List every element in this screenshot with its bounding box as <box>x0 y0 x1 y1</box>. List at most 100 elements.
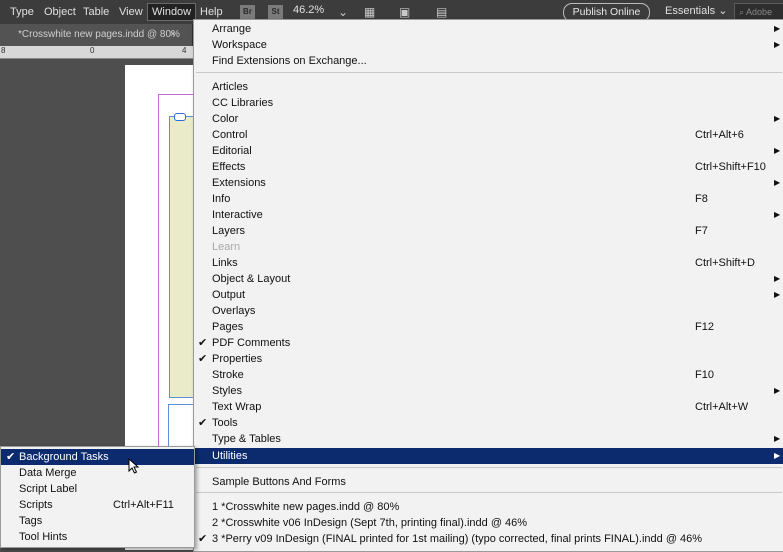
submenu-arrow-icon: ▶ <box>774 290 781 299</box>
checkmark-icon: ✔ <box>198 337 208 349</box>
menu-item-links[interactable]: Links Ctrl+Shift+D <box>194 255 783 271</box>
checkmark-icon: ✔ <box>198 417 208 429</box>
menu-item-effects[interactable]: Effects Ctrl+Shift+F10 <box>194 159 783 175</box>
menu-item-extensions[interactable]: Extensions ▶ <box>194 175 783 191</box>
menu-item-label: Color <box>212 113 239 125</box>
menu-item-label: Text Wrap <box>212 401 262 413</box>
utilities-submenu: ✔ Background Tasks Data Merge Script Label S… <box>0 446 195 548</box>
menu-item-label: Sample Buttons And Forms <box>212 476 346 488</box>
menu-item-label: Properties <box>212 353 263 365</box>
close-icon[interactable]: × <box>170 24 176 46</box>
menu-type[interactable]: Type <box>10 4 34 20</box>
stock-button[interactable]: St <box>268 5 283 19</box>
submenu-item-data-merge[interactable]: Data Merge <box>1 465 194 481</box>
menu-item-stroke[interactable]: Stroke F10 <box>194 367 783 383</box>
submenu-item-shortcut: Ctrl+Alt+F11 <box>113 499 174 511</box>
submenu-item-tool-hints[interactable]: Tool Hints <box>1 529 194 545</box>
menu-view[interactable]: View <box>119 4 143 20</box>
menu-item-arrange[interactable]: Arrange ▶ <box>194 21 783 37</box>
menu-item-cc-libraries[interactable]: CC Libraries <box>194 95 783 111</box>
bridge-button[interactable]: Br <box>240 5 255 19</box>
menu-item-object-layout[interactable]: Object & Layout ▶ <box>194 271 783 287</box>
link-chain-icon[interactable] <box>174 113 186 121</box>
menu-separator <box>196 467 782 468</box>
submenu-item-background-tasks[interactable]: ✔ Background Tasks <box>1 449 194 465</box>
menu-item-pages[interactable]: Pages F12 <box>194 319 783 335</box>
menu-item-text-wrap[interactable]: Text Wrap Ctrl+Alt+W <box>194 399 783 415</box>
menu-item-editorial[interactable]: Editorial ▶ <box>194 143 783 159</box>
submenu-item-scripts[interactable]: Scripts Ctrl+Alt+F11 <box>1 497 194 513</box>
submenu-arrow-icon: ▶ <box>774 210 781 219</box>
menu-item-overlays[interactable]: Overlays <box>194 303 783 319</box>
submenu-arrow-icon: ▶ <box>774 178 781 187</box>
menu-item-label: Workspace <box>212 39 267 51</box>
menu-item-label: Arrange <box>212 23 252 35</box>
search-icon: ⌕ <box>739 7 747 17</box>
menu-item-utilities[interactable]: Utilities ▶ <box>194 448 783 464</box>
submenu-arrow-icon: ▶ <box>774 40 781 49</box>
menu-item-label: Info <box>212 193 231 205</box>
workspace-switcher[interactable]: Essentials ⌄ <box>665 4 727 17</box>
zoom-level[interactable]: 46.2% <box>293 4 324 16</box>
tab-document[interactable]: *Crosswhite new pages.indd @ 80% × <box>0 24 192 46</box>
checkmark-icon: ✔ <box>198 533 208 545</box>
menu-item-learn: Learn <box>194 239 783 255</box>
menu-item-label: Output <box>212 289 246 301</box>
menu-item-color[interactable]: Color ▶ <box>194 111 783 127</box>
window-menu: Arrange ▶ Workspace ▶ Find Extensions on Exc… <box>193 19 783 552</box>
menu-item-control[interactable]: Control Ctrl+Alt+6 <box>194 127 783 143</box>
submenu-item-tags[interactable]: Tags <box>1 513 194 529</box>
submenu-item-label: Tags <box>19 515 43 527</box>
submenu-item-label: Script Label <box>19 483 78 495</box>
menu-item-properties[interactable]: ✔ Properties <box>194 351 783 367</box>
menu-item-pdf-comments[interactable]: ✔ PDF Comments <box>194 335 783 351</box>
menu-item-interactive[interactable]: Interactive ▶ <box>194 207 783 223</box>
arrange-documents-icon[interactable]: ▤ <box>436 5 447 19</box>
view-options-icon[interactable]: ▦ <box>364 5 375 19</box>
submenu-item-label: Data Merge <box>19 467 77 479</box>
menu-item-label: Links <box>212 257 238 269</box>
submenu-item-label: Scripts <box>19 499 53 511</box>
menu-item-info[interactable]: Info F8 <box>194 191 783 207</box>
menu-item-tools[interactable]: ✔ Tools <box>194 415 783 431</box>
menu-item-label: Control <box>212 129 248 141</box>
menu-item-2-crosswhite-v06-indesign-sept-7th-print[interactable]: 2 *Crosswhite v06 InDesign (Sept 7th, pr… <box>194 515 783 531</box>
menu-item-label: 3 *Perry v09 InDesign (FINAL printed for… <box>212 533 703 545</box>
menu-item-shortcut: Ctrl+Alt+W <box>695 401 749 413</box>
checkmark-icon: ✔ <box>6 451 16 463</box>
menu-item-label: Find Extensions on Exchange... <box>212 55 367 67</box>
menu-item-label: Utilities <box>212 450 248 462</box>
menu-item-3-perry-v09-indesign-final-printed-for-1[interactable]: ✔ 3 *Perry v09 InDesign (FINAL printed fo… <box>194 531 783 547</box>
menu-item-articles[interactable]: Articles <box>194 79 783 95</box>
menu-item-label: Layers <box>212 225 246 237</box>
menu-item-label: Extensions <box>212 177 266 189</box>
menu-help[interactable]: Help <box>200 4 223 20</box>
submenu-arrow-icon: ▶ <box>774 146 781 155</box>
menu-item-label: Articles <box>212 81 249 93</box>
chevron-down-icon: ⌄ <box>718 5 728 17</box>
menu-table[interactable]: Table <box>83 4 109 20</box>
menu-item-workspace[interactable]: Workspace ▶ <box>194 37 783 53</box>
menu-item-output[interactable]: Output ▶ <box>194 287 783 303</box>
tab-title: *Crosswhite new pages.indd @ 80% <box>18 29 180 40</box>
menu-item-label: PDF Comments <box>212 337 291 349</box>
menu-item-styles[interactable]: Styles ▶ <box>194 383 783 399</box>
menu-item-label: Overlays <box>212 305 256 317</box>
menu-separator <box>196 492 782 493</box>
menu-item-find-extensions-on-exchange[interactable]: Find Extensions on Exchange... <box>194 53 783 69</box>
submenu-arrow-icon: ▶ <box>774 434 781 443</box>
workspace-label: Essentials <box>665 5 716 17</box>
menu-object[interactable]: Object <box>44 4 76 20</box>
submenu-item-script-label[interactable]: Script Label <box>1 481 194 497</box>
screen-mode-icon[interactable]: ▣ <box>399 5 410 19</box>
menu-item-label: Type & Tables <box>212 433 281 445</box>
menu-item-1-crosswhite-new-pages-indd-80[interactable]: 1 *Crosswhite new pages.indd @ 80% <box>194 499 783 515</box>
menu-window[interactable]: Window <box>147 3 197 21</box>
zoom-dropdown-chevron-icon[interactable]: ⌄ <box>338 5 348 19</box>
publish-online-label: Publish Online <box>572 6 641 18</box>
menu-item-sample-buttons-and-forms[interactable]: Sample Buttons And Forms <box>194 474 783 490</box>
menu-item-layers[interactable]: Layers F7 <box>194 223 783 239</box>
ruler-tick: 8 <box>1 46 6 55</box>
submenu-arrow-icon: ▶ <box>774 114 781 123</box>
menu-item-type-tables[interactable]: Type & Tables ▶ <box>194 431 783 447</box>
